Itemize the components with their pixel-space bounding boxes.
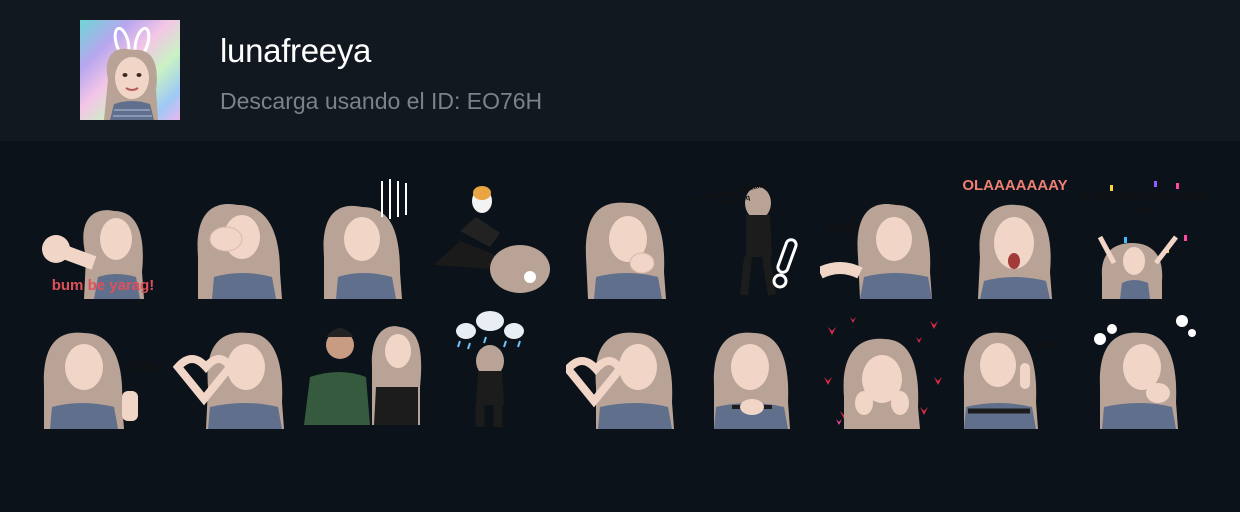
sticker-8[interactable]: OLAAAAAAAY <box>950 177 1080 302</box>
sticker-17[interactable]: fuk u <box>950 307 1080 432</box>
sticker-image <box>566 332 674 429</box>
sticker-11[interactable] <box>168 307 298 432</box>
sticker-15[interactable] <box>700 307 830 432</box>
sticker-image <box>820 203 932 299</box>
avatar-image <box>104 26 158 120</box>
sticker-caption: meh <box>828 219 858 235</box>
sticker-image <box>963 332 1038 429</box>
sticker-image <box>323 179 407 299</box>
sticker-image <box>585 202 666 299</box>
sticker-caption: OK! <box>132 359 158 375</box>
sticker-caption: OLAAAAAAAY <box>962 177 1068 194</box>
sticker-18[interactable] <box>1080 307 1210 432</box>
sticker-4[interactable] <box>430 177 560 302</box>
sticker-image <box>713 332 790 429</box>
pack-title: lunafreeya <box>220 32 372 69</box>
pack-avatar <box>80 20 180 120</box>
sticker-image <box>434 186 550 293</box>
sticker-9[interactable]: o nagardaş birazını bura vir <box>1080 177 1210 302</box>
sticker-6[interactable]: zamane sagoluq zamane sagoluq <box>694 177 824 302</box>
sticker-image <box>456 311 524 427</box>
pack-header: lunafreeya Descarga usando el ID: EO76H <box>0 0 1240 141</box>
sticker-5[interactable] <box>566 177 696 302</box>
sticker-grid: bum be yarag! zamane sagoluq zamane sago… <box>0 141 1240 512</box>
sticker-image <box>304 326 422 425</box>
sticker-caption: o nagardaş birazını bura vir <box>1081 190 1209 217</box>
sticker-caption: bum be yarag! <box>51 277 155 294</box>
sticker-3[interactable] <box>300 177 430 302</box>
sticker-image <box>197 203 282 299</box>
sticker-7[interactable]: meh <box>820 177 950 302</box>
sticker-image <box>172 332 284 429</box>
sticker-image <box>1094 315 1196 429</box>
sticker-image <box>978 204 1052 299</box>
sticker-2[interactable] <box>168 177 298 302</box>
pack-download-id: Descarga usando el ID: EO76H <box>220 88 543 114</box>
sticker-caption: fuk u <box>1035 339 1057 349</box>
sticker-16[interactable] <box>820 307 950 432</box>
sticker-12[interactable] <box>300 307 430 432</box>
sticker-14[interactable] <box>566 307 696 432</box>
sticker-1[interactable]: bum be yarag! <box>36 177 166 302</box>
sticker-image <box>824 317 942 429</box>
sticker-10[interactable]: OK! <box>36 307 166 432</box>
sticker-13[interactable] <box>440 307 570 432</box>
